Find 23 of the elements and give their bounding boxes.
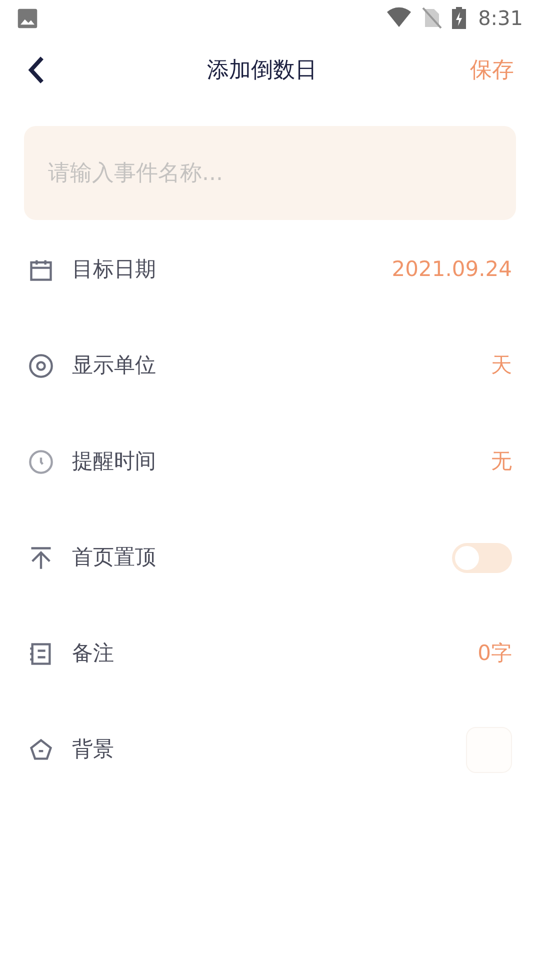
row-label: 备注 — [72, 640, 114, 668]
row-label: 背景 — [72, 736, 114, 764]
save-button[interactable]: 保存 — [470, 54, 514, 86]
row-label: 目标日期 — [72, 256, 156, 284]
wifi-icon — [386, 7, 412, 29]
row-value[interactable]: 0字 — [478, 638, 512, 670]
no-sim-icon — [422, 7, 442, 29]
clock-icon — [28, 449, 54, 475]
chevron-left-icon — [26, 55, 46, 85]
notebook-icon — [28, 641, 54, 667]
image-icon — [17, 8, 38, 28]
toggle-switch[interactable] — [452, 543, 512, 573]
status-time: 8:31 — [478, 5, 523, 32]
row-value[interactable]: 2021.09.24 — [392, 254, 512, 286]
pentagon-icon — [28, 737, 54, 763]
battery-icon — [452, 7, 466, 29]
row-label: 显示单位 — [72, 352, 156, 380]
row-value[interactable]: 无 — [491, 446, 512, 478]
row-label: 首页置顶 — [72, 544, 156, 572]
row-value[interactable]: 天 — [491, 350, 512, 382]
eye-icon — [28, 353, 54, 379]
row-label: 提醒时间 — [72, 448, 156, 476]
page-title: 添加倒数日 — [207, 56, 317, 84]
